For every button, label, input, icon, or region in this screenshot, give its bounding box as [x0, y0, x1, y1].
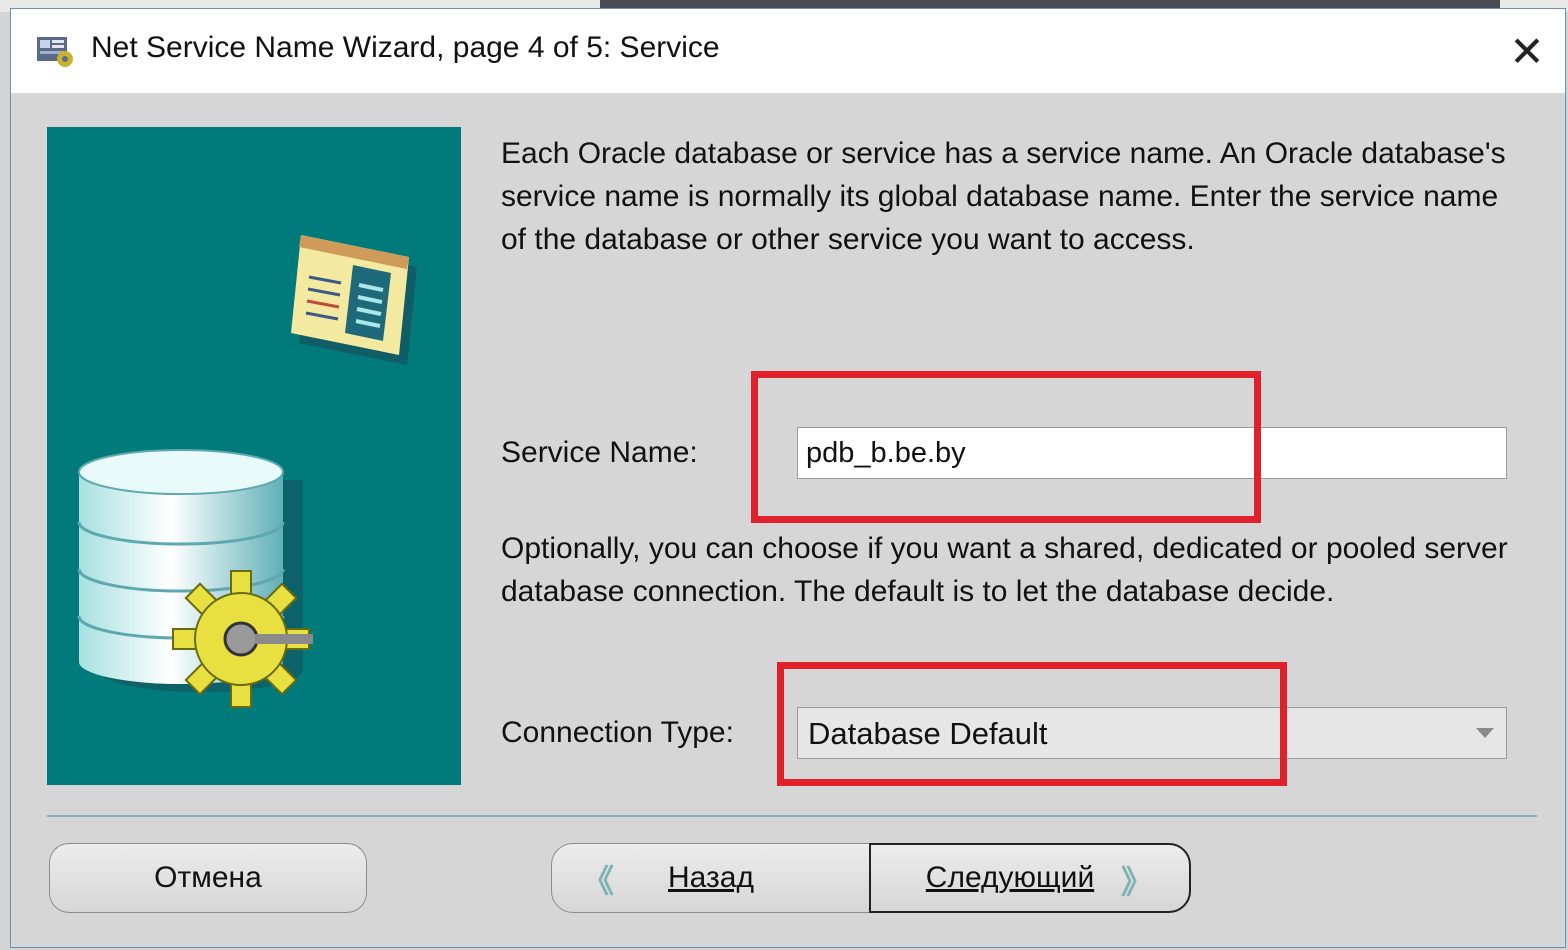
chevron-left-icon: 《: [582, 863, 615, 899]
close-button[interactable]: ✕: [1489, 9, 1565, 93]
document-icon: [291, 235, 417, 365]
wizard-app-icon: [37, 37, 73, 67]
database-gear-illustration: [77, 235, 417, 708]
cancel-button[interactable]: Отмена: [49, 843, 367, 913]
connection-type-label: Connection Type:: [501, 716, 734, 749]
next-label: Следующий: [925, 861, 1095, 894]
wizard-window: Net Service Name Wizard, page 4 of 5: Se…: [10, 8, 1566, 948]
intro-text: Each Oracle database or service has a se…: [501, 137, 1506, 256]
chevron-right-icon: 》: [1120, 864, 1153, 900]
cancel-label: Отмена: [154, 861, 262, 894]
title-bar[interactable]: Net Service Name Wizard, page 4 of 5: Se…: [11, 9, 1565, 93]
back-button[interactable]: 《 Назад: [551, 843, 871, 913]
wizard-illustration: [47, 127, 461, 785]
connection-type-select[interactable]: Database Default: [797, 707, 1507, 759]
service-name-input[interactable]: [797, 427, 1507, 479]
connection-type-value: Database Default: [808, 716, 1048, 751]
service-name-label: Service Name:: [501, 436, 698, 469]
close-icon: ✕: [1509, 27, 1545, 75]
window-title: Net Service Name Wizard, page 4 of 5: Se…: [91, 31, 720, 64]
button-divider: [47, 815, 1537, 817]
connection-description: Optionally, you can choose if you want a…: [501, 532, 1508, 608]
back-label: Назад: [668, 861, 754, 894]
dropdown-arrow-icon[interactable]: [1476, 728, 1494, 738]
next-button[interactable]: Следующий 》: [869, 843, 1191, 913]
